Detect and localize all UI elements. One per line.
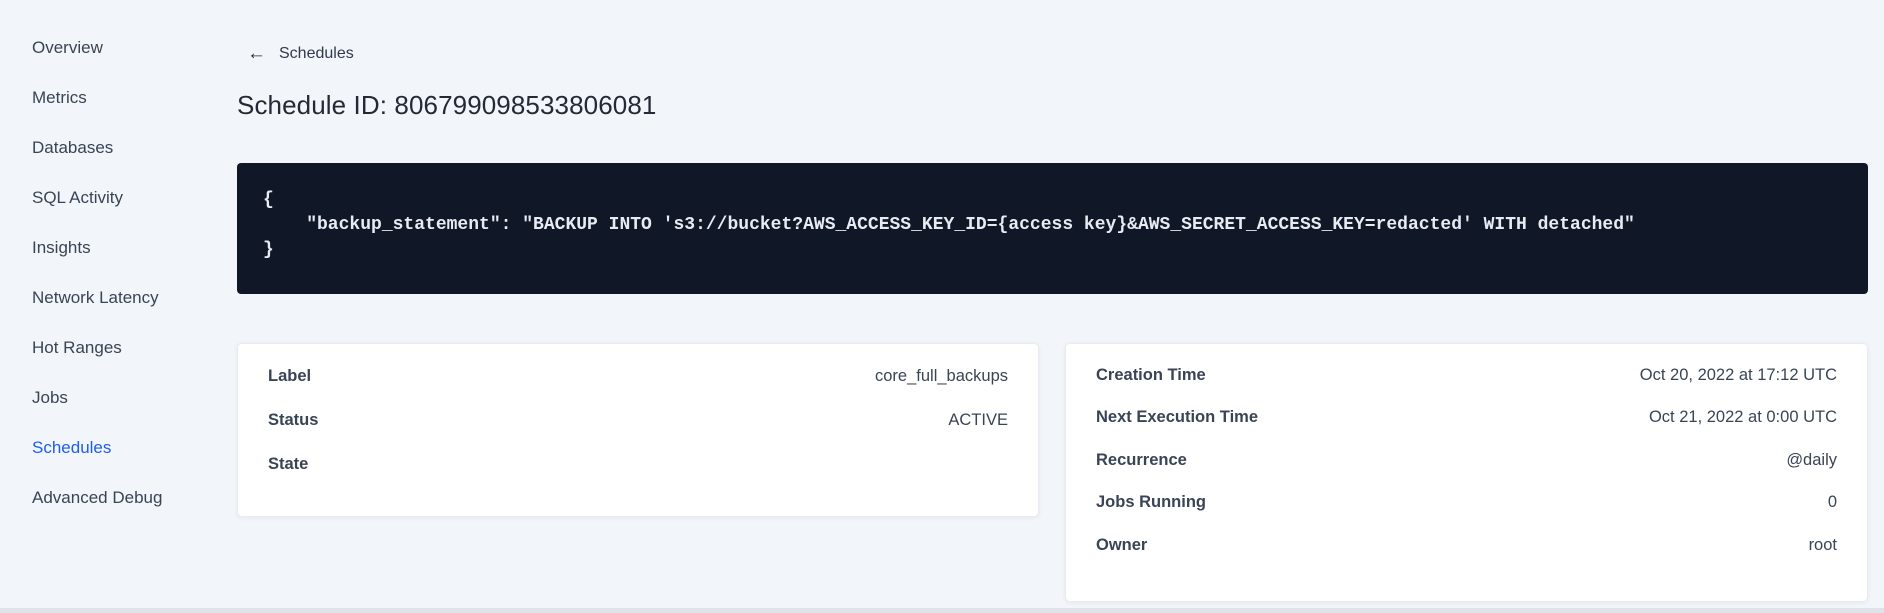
row-state: State [268, 442, 1008, 486]
sidebar-item-databases[interactable]: Databases [0, 123, 210, 173]
row-recurrence-value: @daily [1786, 450, 1837, 469]
row-jobs-running-value: 0 [1827, 493, 1837, 512]
row-owner: Owner root [1096, 524, 1837, 567]
row-state-key: State [268, 454, 309, 473]
sidebar-item-insights[interactable]: Insights [0, 223, 210, 273]
schedule-timing-card: Creation Time Oct 20, 2022 at 17:12 UTC … [1065, 343, 1868, 602]
schedule-detail-page: Overview Metrics Databases SQL Activity … [0, 0, 1884, 613]
sidebar-item-jobs[interactable]: Jobs [0, 373, 210, 423]
row-owner-key: Owner [1096, 535, 1148, 554]
row-status-value: ACTIVE [948, 410, 1008, 429]
page-title: Schedule ID: 806799098533806081 [237, 90, 657, 120]
backup-statement-code-block: { "backup_statement": "BACKUP INTO 's3:/… [237, 163, 1868, 294]
row-label-value: core_full_backups [875, 366, 1008, 385]
row-jobs-running: Jobs Running 0 [1096, 482, 1837, 525]
sidebar-item-schedules[interactable]: Schedules [0, 423, 210, 473]
back-link-label: Schedules [279, 44, 354, 62]
row-next-execution-time-value: Oct 21, 2022 at 0:00 UTC [1648, 408, 1837, 427]
row-status: Status ACTIVE [268, 398, 1008, 442]
sidebar-item-sql-activity[interactable]: SQL Activity [0, 173, 210, 223]
sidebar-item-overview[interactable]: Overview [0, 23, 210, 73]
row-creation-time-value: Oct 20, 2022 at 17:12 UTC [1639, 365, 1837, 384]
schedule-status-card: Label core_full_backups Status ACTIVE St… [237, 343, 1039, 517]
sidebar-nav: Overview Metrics Databases SQL Activity … [0, 23, 210, 523]
row-label-key: Label [268, 366, 312, 385]
back-to-schedules-link[interactable]: ← Schedules [247, 44, 354, 63]
row-status-key: Status [268, 410, 319, 429]
code-line: { [263, 190, 274, 210]
row-next-execution-time-key: Next Execution Time [1096, 408, 1258, 427]
sidebar-item-advanced-debug[interactable]: Advanced Debug [0, 473, 210, 523]
row-label: Label core_full_backups [268, 354, 1008, 398]
row-recurrence-key: Recurrence [1096, 450, 1187, 469]
sidebar-item-hot-ranges[interactable]: Hot Ranges [0, 323, 210, 373]
code-line: } [263, 240, 274, 260]
row-jobs-running-key: Jobs Running [1096, 493, 1206, 512]
row-owner-value: root [1808, 535, 1837, 554]
sidebar-item-network-latency[interactable]: Network Latency [0, 273, 210, 323]
row-creation-time-key: Creation Time [1096, 365, 1206, 384]
code-line: "backup_statement": "BACKUP INTO 's3://b… [263, 215, 1635, 235]
row-next-execution-time: Next Execution Time Oct 21, 2022 at 0:00… [1096, 397, 1837, 440]
sidebar-item-metrics[interactable]: Metrics [0, 73, 210, 123]
row-recurrence: Recurrence @daily [1096, 439, 1837, 482]
row-creation-time: Creation Time Oct 20, 2022 at 17:12 UTC [1096, 354, 1837, 397]
window-bottom-edge [0, 608, 1884, 613]
back-arrow-icon: ← [247, 43, 266, 64]
